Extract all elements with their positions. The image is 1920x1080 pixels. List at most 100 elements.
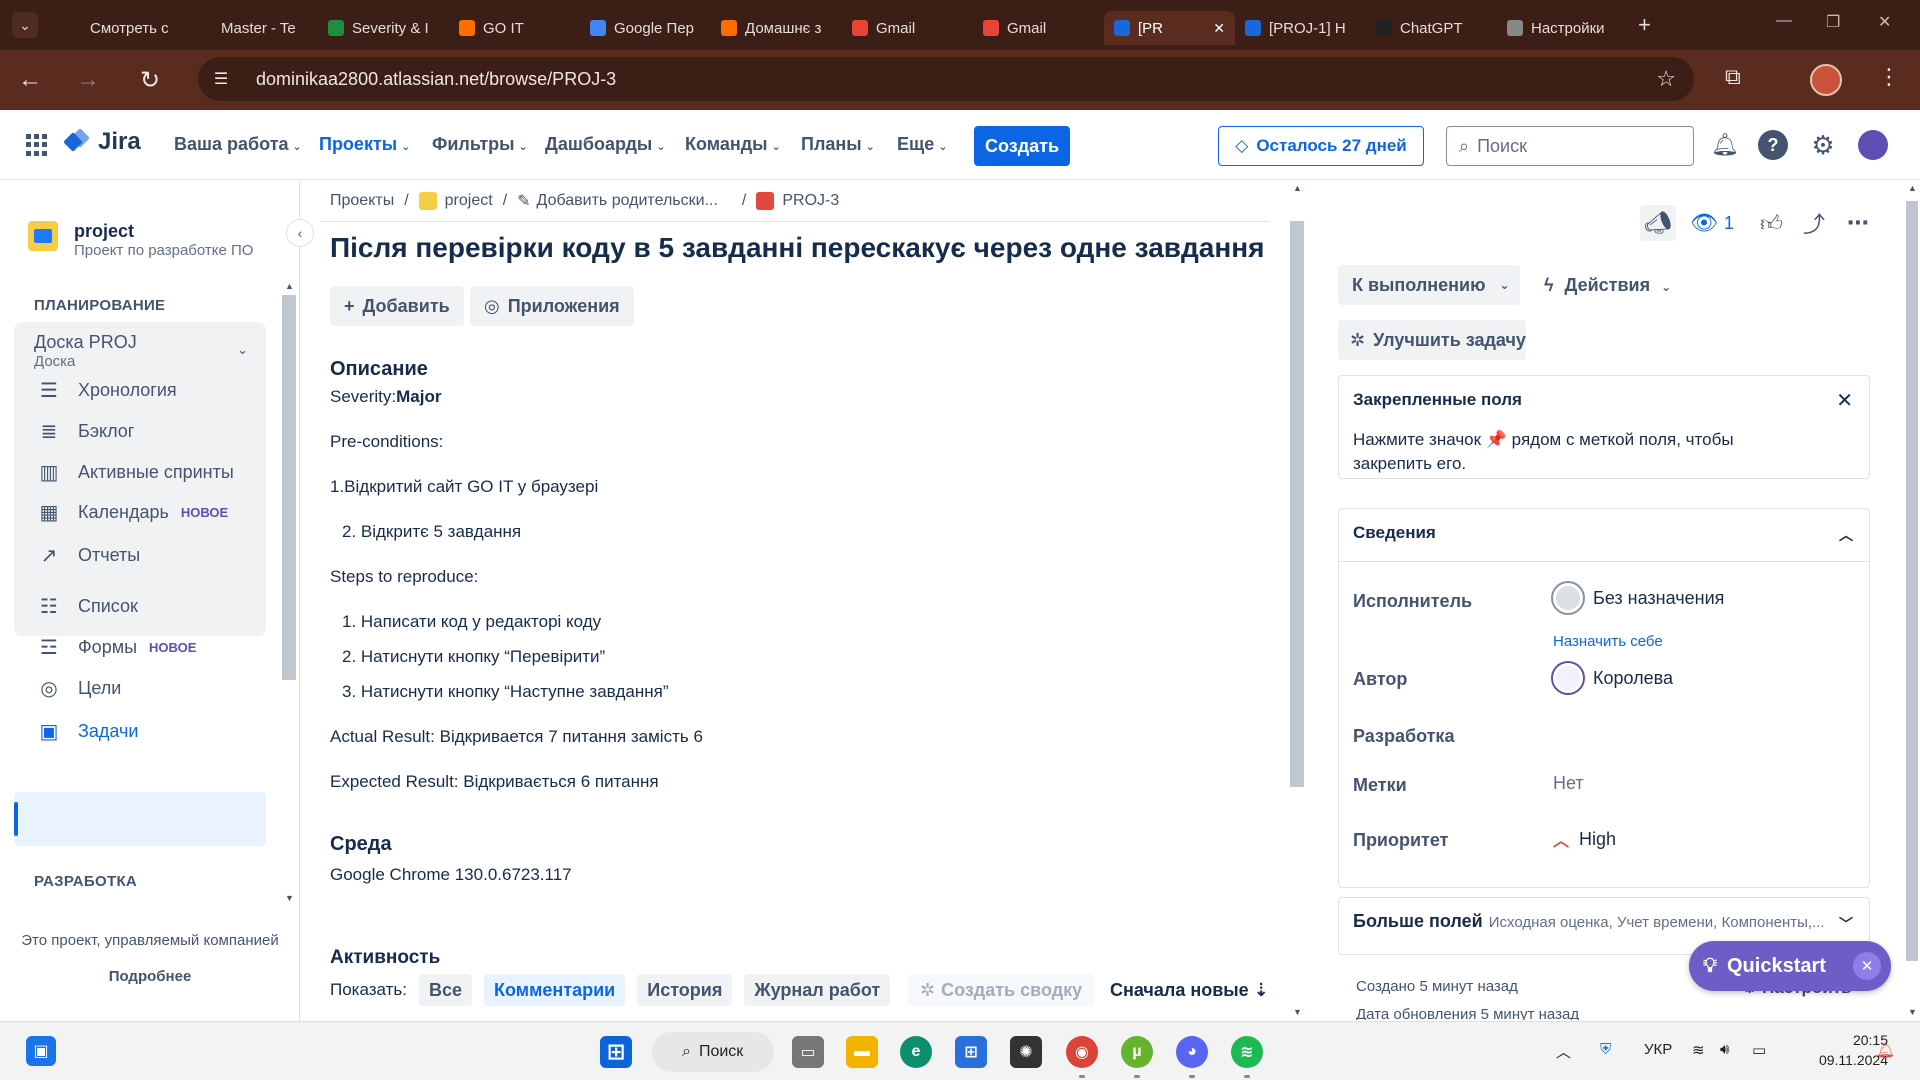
tray-overflow-icon[interactable]: ︿ [1556,1041,1571,1062]
search-input[interactable]: ⌕ Поиск [1446,126,1694,166]
scroll-up-icon[interactable]: ▲ [1293,183,1302,193]
project-header[interactable]: project Проект по разработке ПО [28,221,253,259]
labels-value[interactable]: Нет [1553,773,1584,794]
severity-line[interactable]: Severity:Major [330,387,441,407]
sidebar-item[interactable]: ☰ Хронология [36,377,177,403]
reload-icon[interactable]: ↻ [130,60,170,100]
desc-line[interactable]: 2. Натиснути кнопку “Перевірити” [342,647,605,667]
environment-value[interactable]: Google Chrome 130.0.6723.117 [330,865,572,885]
address-bar[interactable]: ☰ dominikaa2800.atlassian.net/browse/PRO… [198,57,1694,101]
more-actions-icon[interactable]: ⋯ [1847,210,1869,236]
start-icon[interactable]: ⊞ [600,1036,632,1068]
browser-tab[interactable]: ChatGPT [1366,11,1497,45]
task-view-icon[interactable]: ▭ [792,1036,824,1068]
chevron-up-icon[interactable]: ︿ [1839,525,1853,545]
discord-icon[interactable]: ◕ [1176,1036,1208,1068]
browser-tab[interactable]: Gmail [842,11,973,45]
breadcrumb-projects[interactable]: Проекты [330,192,394,210]
eye-icon[interactable]: 👁︎ [1690,210,1718,236]
actions-dropdown[interactable]: ϟ Действия ⌄ [1544,275,1671,296]
browser-menu-icon[interactable]: ⋮ [1878,64,1900,90]
utorrent-icon[interactable]: µ [1121,1036,1153,1068]
scroll-down-icon[interactable]: ▼ [1293,1007,1302,1017]
assignee-field[interactable]: Без назначения [1553,583,1724,613]
sidebar-item[interactable]: ▣ Задачи [36,718,139,744]
sidebar-item[interactable]: ◎ Цели [36,675,121,701]
activity-tab-comments[interactable]: Комментарии [484,974,626,1006]
extensions-icon[interactable]: ⧉ [1725,64,1741,90]
browser-tab[interactable]: Master - Te [187,11,318,45]
nav-item[interactable]: Дашбоарды ⌄ [545,134,666,155]
scroll-up-icon[interactable]: ▲ [1908,183,1917,193]
browser-tab[interactable]: Домашнє з [711,11,842,45]
learn-more-link[interactable]: Подробнее [0,959,300,995]
sidebar-scroll-thumb[interactable] [282,295,296,680]
desc-line[interactable]: 2. Відкритє 5 завдання [342,522,521,542]
browser-tab[interactable]: Google Пер [580,11,711,45]
scroll-up-icon[interactable]: ▲ [285,281,294,291]
battery-icon[interactable]: ▭ [1752,1041,1766,1059]
store-icon[interactable]: ⊞ [955,1036,987,1068]
edge-icon[interactable]: e [900,1036,932,1068]
settings-gear-icon[interactable]: ⚙ [1808,130,1838,160]
sidebar-item[interactable]: ▥ Активные спринты [36,459,234,485]
main-scrollbar[interactable]: ▲ ▼ [1290,181,1304,1021]
security-icon[interactable]: ⛨ [1600,1041,1611,1058]
nav-item[interactable]: Планы ⌄ [801,134,875,155]
breadcrumb-add-parent[interactable]: Добавить родительски... [537,192,718,210]
nav-item[interactable]: Проекты ⌄ [319,134,410,155]
create-summary-button[interactable]: ✲ Создать сводку [908,974,1095,1006]
nav-item[interactable]: Фильтры ⌄ [432,134,528,155]
desc-line[interactable]: Actual Result: Відкривается 7 питання за… [330,727,703,747]
jira-logo[interactable]: Jira [63,128,141,156]
sort-toggle[interactable]: Сначала новые ⇣ [1110,980,1269,1001]
activity-tab-history[interactable]: История [637,974,733,1006]
browser-tab[interactable]: Смотреть с [56,11,187,45]
chrome-icon[interactable]: ◉ [1066,1036,1098,1068]
wifi-icon[interactable]: ≋ [1692,1041,1705,1059]
nav-item[interactable]: Команды ⌄ [685,134,781,155]
panel-scroll-thumb[interactable] [1906,201,1918,961]
forward-icon[interactable]: → [68,60,108,100]
breadcrumb-project[interactable]: project [445,192,493,210]
site-info-icon[interactable]: ☰ [204,62,238,96]
like-icon[interactable]: 👍︎ [1760,210,1783,237]
browser-tab[interactable]: Настройки [1497,11,1628,45]
profile-avatar[interactable] [1810,64,1842,96]
close-window-icon[interactable]: ✕ [1878,12,1891,32]
spotify-icon[interactable]: ≋ [1231,1036,1263,1068]
desc-line[interactable]: 1.Відкритий сайт GO IT у браузері [330,477,598,497]
app-switcher-icon[interactable] [26,134,48,156]
file-explorer-icon[interactable]: ▬ [846,1036,878,1068]
panel-scrollbar[interactable]: ▲ ▼ [1904,181,1920,1021]
improve-issue-button[interactable]: ✲ Улучшить задачу [1338,320,1526,360]
sidebar-item[interactable]: ☲ Формы НОВОЕ [36,634,196,660]
url-text[interactable]: dominikaa2800.atlassian.net/browse/PROJ-… [256,69,616,90]
megaphone-icon[interactable]: 📣︎ [1640,205,1676,241]
sidebar-item[interactable]: ≣ Бэклог [36,418,135,444]
activity-tab-all[interactable]: Все [419,974,473,1006]
desc-line[interactable]: Expected Result: Відкривається 6 питання [330,772,659,792]
desc-line[interactable]: 3. Натиснути кнопку “Наступне завдання” [342,682,669,702]
user-avatar[interactable] [1858,130,1888,160]
sidebar-item[interactable]: ↗ Отчеты [36,542,141,568]
nav-item[interactable]: Еще ⌄ [897,134,947,155]
add-button[interactable]: + Добавить [330,286,464,326]
minimize-icon[interactable]: — [1776,12,1792,30]
bookmark-star-icon[interactable]: ☆ [1656,66,1676,92]
sidebar-item[interactable]: ▦ Календарь НОВОЕ [36,499,229,525]
share-icon[interactable]: ⤴ [1803,207,1825,239]
widgets-icon[interactable]: ▣ [26,1036,56,1066]
desc-line[interactable]: Pre-conditions: [330,432,443,452]
priority-field[interactable]: ︿ High [1553,827,1616,851]
nav-item[interactable]: Ваша работа ⌄ [174,134,302,155]
activity-tab-worklog[interactable]: Журнал работ [744,974,891,1006]
trial-button[interactable]: ◇ Осталось 27 дней [1218,126,1424,166]
sidebar-item[interactable]: ☷ Список [36,593,138,619]
status-dropdown[interactable]: К выполнению ⌄ [1338,265,1520,305]
details-heading[interactable]: Сведения [1353,523,1436,543]
language-indicator[interactable]: УКР [1644,1041,1672,1058]
browser-tab[interactable]: GO IT [449,11,580,45]
chevron-down-icon[interactable]: ﹀ [1839,914,1853,934]
help-icon[interactable]: ? [1758,130,1788,160]
